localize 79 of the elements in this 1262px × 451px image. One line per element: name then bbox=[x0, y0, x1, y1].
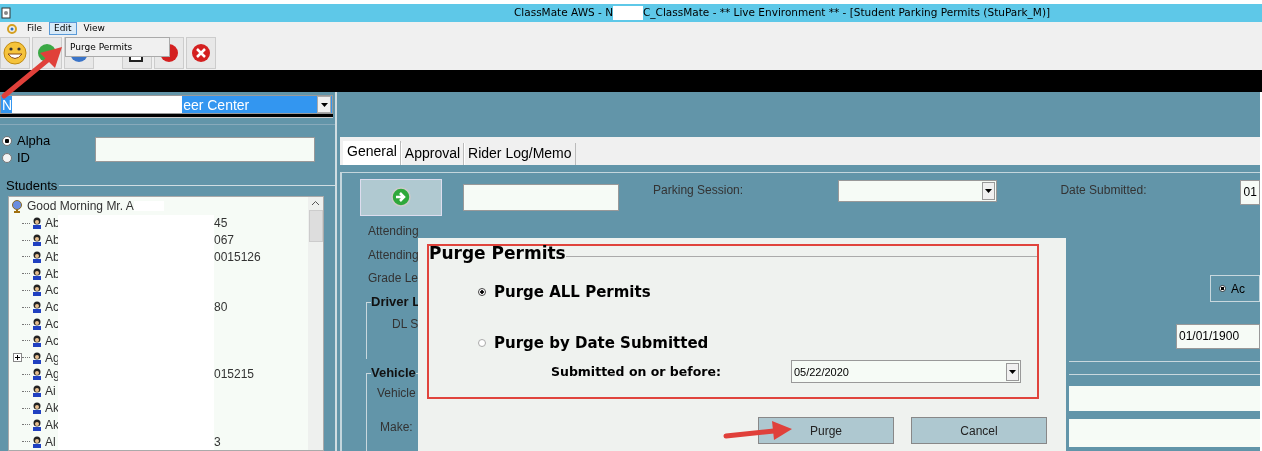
window-title: ClassMate AWS - N bbox=[514, 6, 613, 20]
student-id: 015215 bbox=[214, 367, 255, 382]
field-label: Make: bbox=[380, 419, 413, 434]
student-icon bbox=[32, 334, 42, 347]
go-button[interactable] bbox=[360, 178, 442, 216]
radio-icon[interactable] bbox=[2, 135, 12, 146]
dialog-button[interactable]: Purge bbox=[758, 417, 894, 444]
student-name[interactable]: Ac bbox=[45, 283, 58, 298]
date-dropdown[interactable]: 05/22/2020 bbox=[790, 360, 1021, 383]
field-label: Date Submitted: bbox=[1060, 183, 1147, 197]
student-icon bbox=[32, 250, 42, 263]
student-icon bbox=[32, 217, 42, 230]
close-icon[interactable] bbox=[186, 36, 216, 69]
text-field[interactable] bbox=[1069, 419, 1260, 447]
dialog-title: Purge Permits bbox=[429, 244, 566, 262]
smiley-icon[interactable] bbox=[0, 36, 30, 69]
student-name[interactable]: Ac bbox=[45, 333, 58, 348]
student-icon bbox=[32, 418, 42, 431]
group-title: Students bbox=[5, 177, 58, 193]
field-label: Grade Le bbox=[367, 270, 420, 287]
radio-icon[interactable] bbox=[1219, 285, 1226, 292]
student-icon bbox=[32, 435, 42, 448]
student-icon bbox=[32, 351, 42, 364]
search-mode-radio[interactable]: ID bbox=[0, 150, 95, 166]
field-label: Parking Session: bbox=[653, 183, 744, 197]
student-icon bbox=[32, 301, 42, 314]
globe-icon bbox=[11, 199, 23, 213]
app-icon bbox=[1, 7, 11, 19]
expand-icon[interactable] bbox=[12, 353, 22, 363]
scroll-up-icon[interactable] bbox=[312, 201, 319, 207]
scroll-thumb[interactable] bbox=[308, 210, 323, 243]
field-label: Attending bbox=[367, 223, 420, 240]
search-mode-radio[interactable]: Alpha bbox=[0, 133, 95, 149]
date-field[interactable]: 01/01/1900 bbox=[1176, 324, 1260, 349]
text-field[interactable] bbox=[1069, 386, 1260, 411]
student-id: 0015126 bbox=[214, 249, 261, 264]
menu-item[interactable]: File bbox=[22, 22, 48, 35]
student-id: 45 bbox=[214, 216, 228, 231]
tree-root-label[interactable]: Good Morning Mr. A bbox=[27, 199, 134, 214]
scrollbar[interactable] bbox=[308, 197, 323, 450]
purge-option[interactable]: Purge by Date Submitted bbox=[478, 334, 709, 352]
student-id: 80 bbox=[214, 300, 228, 315]
student-name[interactable]: Ac bbox=[45, 317, 58, 331]
menu-item[interactable]: View bbox=[78, 22, 110, 35]
redaction-block bbox=[613, 6, 643, 20]
student-icon bbox=[32, 318, 42, 330]
app-menu-icon[interactable] bbox=[6, 22, 18, 35]
radio-icon[interactable] bbox=[478, 339, 486, 347]
window-title: C_ClassMate - ** Live Environment ** - [Student Parking Permits (StuPark_M)] bbox=[643, 6, 1051, 20]
student-icon bbox=[32, 385, 42, 398]
field-label: DL S bbox=[392, 316, 419, 331]
student-id: 067 bbox=[214, 233, 235, 248]
student-name[interactable]: Al bbox=[45, 434, 58, 449]
purge-option[interactable]: Purge ALL Permits bbox=[478, 283, 651, 301]
menu-item[interactable]: Purge Permits bbox=[66, 42, 133, 52]
student-name[interactable]: Ac bbox=[45, 300, 58, 315]
tab[interactable]: General bbox=[343, 141, 401, 165]
student-icon bbox=[32, 284, 42, 297]
annotation-arrow bbox=[722, 420, 794, 442]
student-icon bbox=[32, 267, 42, 280]
student-id: 3 bbox=[214, 434, 221, 449]
search-field[interactable] bbox=[95, 137, 315, 163]
dialog-button[interactable]: Cancel bbox=[911, 417, 1047, 444]
radio-icon[interactable] bbox=[2, 152, 12, 163]
menu-item[interactable]: Edit bbox=[49, 22, 77, 35]
tab[interactable]: Approval bbox=[400, 143, 465, 165]
student-icon bbox=[32, 234, 42, 247]
student-name[interactable]: Ai bbox=[45, 384, 58, 399]
student-icon bbox=[32, 402, 42, 414]
student-icon bbox=[32, 368, 42, 381]
option-label: Ac bbox=[1231, 281, 1245, 296]
dropdown-value: eer Center bbox=[182, 96, 251, 113]
radio-icon[interactable] bbox=[478, 288, 486, 296]
tab[interactable]: Rider Log/Memo bbox=[464, 143, 576, 165]
dropdown-value: N bbox=[1, 96, 13, 113]
field-label: Submitted on or before: bbox=[551, 364, 721, 379]
date-submitted-field[interactable]: 01 bbox=[1240, 179, 1260, 205]
text-field[interactable] bbox=[462, 183, 620, 211]
field-label: Vehicle bbox=[377, 385, 416, 400]
